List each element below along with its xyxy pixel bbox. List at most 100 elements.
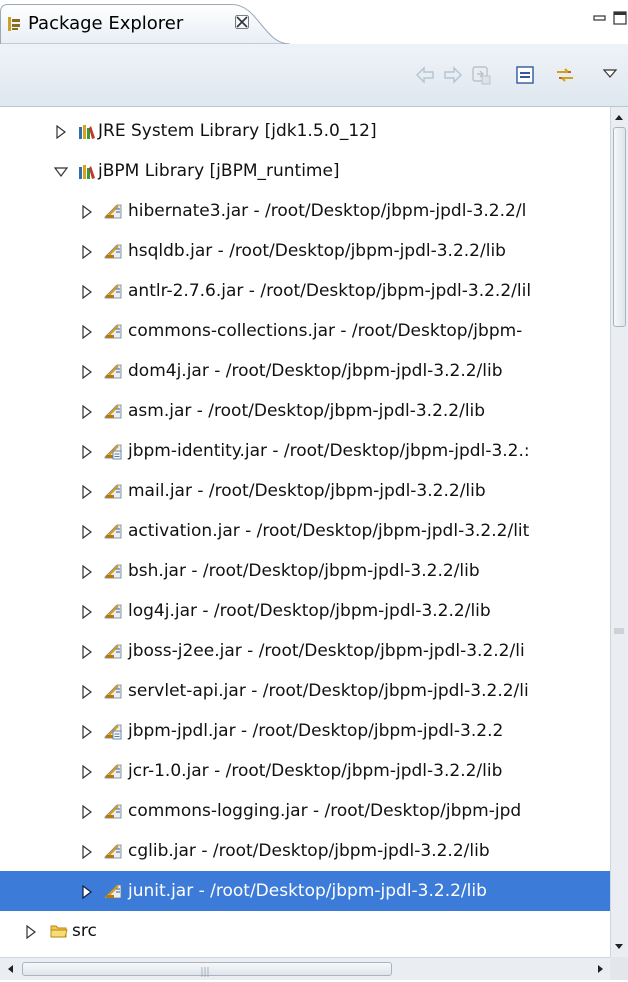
scroll-grip-icon [200,963,210,977]
scroll-down-icon[interactable] [611,938,627,954]
collapsed-twisty-icon[interactable] [24,924,38,940]
tree-item[interactable]: junit.jar - /root/Desktop/jbpm-jpdl-3.2.… [0,871,610,911]
jar-icon [104,202,122,220]
collapsed-twisty-icon[interactable] [80,804,94,820]
tree-item-label: cglib.jar - /root/Desktop/jbpm-jpdl-3.2.… [128,841,490,861]
tree-item-label: commons-collections.jar - /root/Desktop/… [128,321,523,341]
view-title: Package Explorer [28,13,184,34]
tree-item[interactable]: commons-logging.jar - /root/Desktop/jbpm… [0,791,610,831]
tree-item-label: jBPM Library [jBPM_runtime] [98,161,340,181]
scroll-left-icon[interactable] [3,961,19,977]
forward-button[interactable] [442,64,464,86]
tree-item[interactable]: hsqldb.jar - /root/Desktop/jbpm-jpdl-3.2… [0,231,610,271]
collapsed-twisty-icon[interactable] [80,724,94,740]
jar-icon [104,522,122,540]
tree-item[interactable]: activation.jar - /root/Desktop/jbpm-jpdl… [0,511,610,551]
collapsed-twisty-icon[interactable] [80,204,94,220]
package-tree: JRE System Library [jdk1.5.0_12] jBPM Lib… [0,107,610,957]
collapsed-twisty-icon[interactable] [80,244,94,260]
tree-item[interactable]: hibernate3.jar - /root/Desktop/jbpm-jpdl… [0,191,610,231]
collapsed-twisty-icon[interactable] [80,284,94,300]
vertical-scroll-thumb[interactable] [613,127,626,327]
collapsed-twisty-icon[interactable] [80,604,94,620]
tree-item-label: jboss-j2ee.jar - /root/Desktop/jbpm-jpdl… [128,641,525,661]
scroll-grip-icon [613,620,625,634]
tree-item[interactable]: jboss-j2ee.jar - /root/Desktop/jbpm-jpdl… [0,631,610,671]
horizontal-scrollbar[interactable] [0,957,610,980]
tree-item-label: mail.jar - /root/Desktop/jbpm-jpdl-3.2.2… [128,481,486,501]
tree-item-label: junit.jar - /root/Desktop/jbpm-jpdl-3.2.… [128,881,487,901]
collapsed-twisty-icon[interactable] [54,124,68,140]
vertical-scrollbar[interactable] [610,107,628,957]
jar-icon [104,762,122,780]
tree-item[interactable]: JRE System Library [jdk1.5.0_12] [0,111,610,151]
collapsed-twisty-icon[interactable] [80,764,94,780]
jar-source-icon [104,442,122,460]
go-into-icon [472,66,491,85]
jar-icon [104,282,122,300]
tree-item-label: antlr-2.7.6.jar - /root/Desktop/jbpm-jpd… [128,281,532,301]
back-button[interactable] [414,64,436,86]
collapsed-twisty-icon[interactable] [80,844,94,860]
tree-item-label: commons-logging.jar - /root/Desktop/jbpm… [128,801,522,821]
jar-icon [104,242,122,260]
tree-item[interactable]: mail.jar - /root/Desktop/jbpm-jpdl-3.2.2… [0,471,610,511]
tree-item-label: log4j.jar - /root/Desktop/jbpm-jpdl-3.2.… [128,601,491,621]
arrow-right-icon [444,66,462,84]
expanded-twisty-icon[interactable] [53,164,69,178]
tree-item[interactable]: src [0,911,610,951]
collapsed-twisty-icon[interactable] [80,564,94,580]
jar-icon [104,842,122,860]
scroll-up-icon[interactable] [611,110,627,126]
folder-icon [50,922,68,940]
jar-icon [104,642,122,660]
jar-icon [104,882,122,900]
collapsed-twisty-icon[interactable] [80,524,94,540]
maximize-icon[interactable] [612,10,628,26]
tree-item-label: hsqldb.jar - /root/Desktop/jbpm-jpdl-3.2… [128,241,506,261]
collapse-all-button[interactable] [514,64,536,86]
tree-item-label: src [72,921,97,941]
tree-item[interactable]: asm.jar - /root/Desktop/jbpm-jpdl-3.2.2/… [0,391,610,431]
scroll-right-icon[interactable] [592,961,608,977]
collapsed-twisty-icon[interactable] [80,444,94,460]
tree-item-label: jcr-1.0.jar - /root/Desktop/jbpm-jpdl-3.… [128,761,503,781]
jar-icon [104,602,122,620]
tree-item[interactable]: jBPM Library [jBPM_runtime] [0,151,610,191]
collapsed-twisty-icon[interactable] [80,324,94,340]
package-explorer-tab[interactable]: Package Explorer [0,4,296,44]
tree-item-label: dom4j.jar - /root/Desktop/jbpm-jpdl-3.2.… [128,361,503,381]
tree-item[interactable]: log4j.jar - /root/Desktop/jbpm-jpdl-3.2.… [0,591,610,631]
minimize-icon[interactable] [592,10,608,26]
tree-item[interactable]: jbpm-identity.jar - /root/Desktop/jbpm-j… [0,431,610,471]
tree-item[interactable]: jcr-1.0.jar - /root/Desktop/jbpm-jpdl-3.… [0,751,610,791]
collapsed-twisty-icon[interactable] [80,484,94,500]
triangle-down-icon [602,69,618,78]
tree-item[interactable]: cglib.jar - /root/Desktop/jbpm-jpdl-3.2.… [0,831,610,871]
close-icon[interactable] [234,14,250,30]
view-menu-button[interactable] [602,66,618,82]
jar-icon [104,562,122,580]
jar-icon [104,362,122,380]
tree-item[interactable]: antlr-2.7.6.jar - /root/Desktop/jbpm-jpd… [0,271,610,311]
tree-item[interactable]: commons-collections.jar - /root/Desktop/… [0,311,610,351]
tree-item-label: JRE System Library [jdk1.5.0_12] [98,121,377,141]
go-into-button[interactable] [470,64,492,86]
library-icon [78,122,96,140]
link-with-editor-button[interactable] [554,64,576,86]
tree-item-label: jbpm-identity.jar - /root/Desktop/jbpm-j… [128,441,530,461]
tree-item[interactable]: bsh.jar - /root/Desktop/jbpm-jpdl-3.2.2/… [0,551,610,591]
tree-item[interactable]: servlet-api.jar - /root/Desktop/jbpm-jpd… [0,671,610,711]
collapsed-twisty-icon[interactable] [80,364,94,380]
collapsed-twisty-icon[interactable] [80,644,94,660]
jar-icon [104,802,122,820]
arrow-left-icon [416,66,434,84]
tree-item[interactable]: dom4j.jar - /root/Desktop/jbpm-jpdl-3.2.… [0,351,610,391]
tree-item-label: servlet-api.jar - /root/Desktop/jbpm-jpd… [128,681,529,701]
collapsed-twisty-icon[interactable] [80,404,94,420]
collapse-all-icon [516,66,534,84]
tree-item-label: hibernate3.jar - /root/Desktop/jbpm-jpdl… [128,201,527,221]
collapsed-twisty-icon[interactable] [80,684,94,700]
collapsed-twisty-icon[interactable] [80,884,94,900]
tree-item[interactable]: jbpm-jpdl.jar - /root/Desktop/jbpm-jpdl-… [0,711,610,751]
